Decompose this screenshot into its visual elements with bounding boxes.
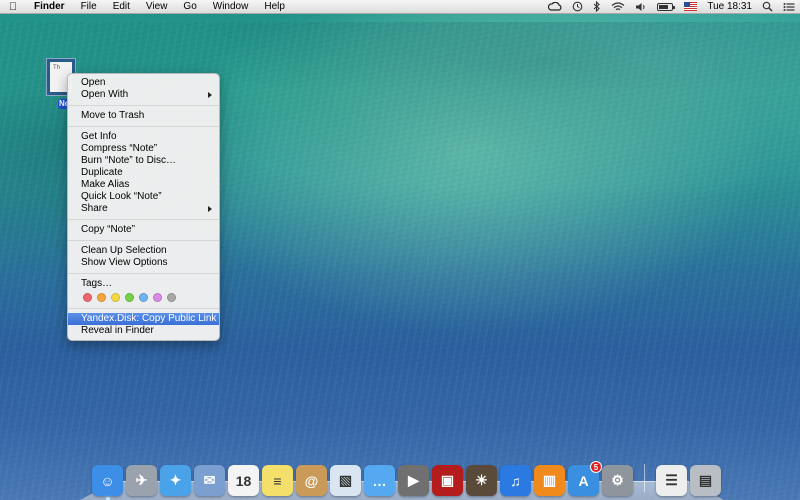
app-store-glyph: A xyxy=(578,472,589,489)
itunes-glyph: ♫ xyxy=(510,472,521,489)
menu-bar:  Finder File Edit View Go Window Help T… xyxy=(0,0,800,14)
menu-help[interactable]: Help xyxy=(256,0,293,14)
finder-icon[interactable]: ☺ xyxy=(92,465,123,500)
volume-icon[interactable] xyxy=(630,2,652,12)
battery-level xyxy=(657,2,676,11)
tag-color-row xyxy=(68,290,219,304)
menu-edit[interactable]: Edit xyxy=(105,0,138,14)
menu-separator xyxy=(68,219,219,220)
bluetooth-icon[interactable] xyxy=(588,1,606,12)
menu-go[interactable]: Go xyxy=(175,0,204,14)
trash-icon[interactable]: ▤ xyxy=(690,465,721,496)
dock-icons: ☺ ✈ ✦ ✉ 18 ≡ @ ▧ … ▶ ▣ ☀ ♫ ▥ A 5 ⚙ ☰ ▤ xyxy=(92,460,721,500)
menu-item-tags[interactable]: Tags… xyxy=(68,278,219,290)
creative-cloud-icon[interactable] xyxy=(543,1,567,12)
photo-booth-glyph: ▣ xyxy=(440,472,455,488)
menu-item-move-to-trash[interactable]: Move to Trash xyxy=(68,110,219,122)
menu-separator xyxy=(68,240,219,241)
finder-glyph: ☺ xyxy=(100,472,115,489)
menu-item-make-alias[interactable]: Make Alias xyxy=(68,179,219,191)
launchpad-icon[interactable]: ✈ xyxy=(126,465,157,496)
menu-view[interactable]: View xyxy=(138,0,176,14)
tag-red[interactable] xyxy=(83,292,92,302)
menu-item-yandex-disk-copy-link[interactable]: Yandex.Disk: Copy Public Link xyxy=(68,313,219,325)
menu-item-copy[interactable]: Copy “Note” xyxy=(68,224,219,236)
menu-item-burn[interactable]: Burn “Note” to Disc… xyxy=(68,155,219,167)
tag-yellow[interactable] xyxy=(111,292,120,302)
menu-window[interactable]: Window xyxy=(205,0,257,14)
spotlight-icon[interactable] xyxy=(757,1,778,12)
dock-separator xyxy=(644,464,645,492)
facetime-icon[interactable]: ▶ xyxy=(398,465,429,496)
menu-separator xyxy=(68,126,219,127)
menu-item-clean-up[interactable]: Clean Up Selection xyxy=(68,245,219,257)
document-stack-icon[interactable]: ☰ xyxy=(656,465,687,496)
calendar-glyph: 18 xyxy=(235,472,252,489)
time-machine-icon[interactable] xyxy=(567,1,588,12)
wifi-icon[interactable] xyxy=(606,1,630,12)
menu-item-open-with-label: Open With xyxy=(81,89,129,100)
apple-menu-icon[interactable]:  xyxy=(0,1,26,13)
system-preferences-icon[interactable]: ⚙ xyxy=(602,465,633,496)
document-stack-glyph: ☰ xyxy=(665,472,678,488)
menu-separator xyxy=(68,308,219,309)
mail-glyph: ✉ xyxy=(203,472,216,488)
menu-item-share[interactable]: Share xyxy=(68,203,219,215)
contacts-icon[interactable]: @ xyxy=(296,465,327,496)
safari-icon[interactable]: ✦ xyxy=(160,465,191,496)
messages-icon[interactable]: … xyxy=(364,465,395,496)
menu-item-quick-look[interactable]: Quick Look “Note” xyxy=(68,191,219,203)
menu-item-show-view-options[interactable]: Show View Options xyxy=(68,257,219,269)
preview-icon[interactable]: ▧ xyxy=(330,465,361,496)
us-flag-icon[interactable] xyxy=(679,2,702,11)
menu-item-get-info[interactable]: Get Info xyxy=(68,131,219,143)
tag-purple[interactable] xyxy=(153,292,162,302)
iphoto-icon[interactable]: ☀ xyxy=(466,465,497,496)
menu-separator xyxy=(68,273,219,274)
launchpad-glyph: ✈ xyxy=(135,472,148,488)
safari-glyph: ✦ xyxy=(169,472,182,488)
itunes-icon[interactable]: ♫ xyxy=(500,465,531,496)
submenu-arrow-icon xyxy=(208,206,212,212)
menu-item-compress[interactable]: Compress “Note” xyxy=(68,143,219,155)
preview-glyph: ▧ xyxy=(338,472,353,488)
menu-finder[interactable]: Finder xyxy=(26,0,73,14)
tag-orange[interactable] xyxy=(97,292,106,302)
mail-icon[interactable]: ✉ xyxy=(194,465,225,496)
system-preferences-glyph: ⚙ xyxy=(611,472,624,488)
calendar-icon[interactable]: 18 xyxy=(228,465,259,496)
tag-gray[interactable] xyxy=(167,292,176,302)
notes-icon[interactable]: ≡ xyxy=(262,465,293,496)
tag-blue[interactable] xyxy=(139,292,148,302)
submenu-arrow-icon xyxy=(208,92,212,98)
battery-icon[interactable] xyxy=(652,2,679,11)
menu-file[interactable]: File xyxy=(73,0,105,14)
menu-item-share-label: Share xyxy=(81,203,108,214)
messages-glyph: … xyxy=(372,472,387,489)
ibooks-glyph: ▥ xyxy=(542,472,557,488)
menu-item-open-with[interactable]: Open With xyxy=(68,89,219,101)
menu-item-open[interactable]: Open xyxy=(68,77,219,89)
context-menu: Open Open With Move to Trash Get Info Co… xyxy=(67,73,220,341)
menu-separator xyxy=(68,105,219,106)
notification-badge: 5 xyxy=(590,461,602,473)
clock[interactable]: Tue 18:31 xyxy=(702,0,757,14)
app-store-icon[interactable]: A5 xyxy=(568,461,602,496)
tag-green[interactable] xyxy=(125,292,134,302)
contacts-glyph: @ xyxy=(304,472,319,489)
menu-item-reveal-in-finder[interactable]: Reveal in Finder xyxy=(68,325,219,337)
menu-item-duplicate[interactable]: Duplicate xyxy=(68,167,219,179)
ibooks-icon[interactable]: ▥ xyxy=(534,465,565,496)
notification-center-icon[interactable] xyxy=(778,2,800,12)
notes-glyph: ≡ xyxy=(273,472,282,489)
dock: ☺ ✈ ✦ ✉ 18 ≡ @ ▧ … ▶ ▣ ☀ ♫ ▥ A 5 ⚙ ☰ ▤ xyxy=(80,460,724,500)
iphoto-glyph: ☀ xyxy=(475,472,488,488)
photo-booth-icon[interactable]: ▣ xyxy=(432,465,463,496)
facetime-glyph: ▶ xyxy=(408,472,419,488)
trash-glyph: ▤ xyxy=(698,472,713,488)
